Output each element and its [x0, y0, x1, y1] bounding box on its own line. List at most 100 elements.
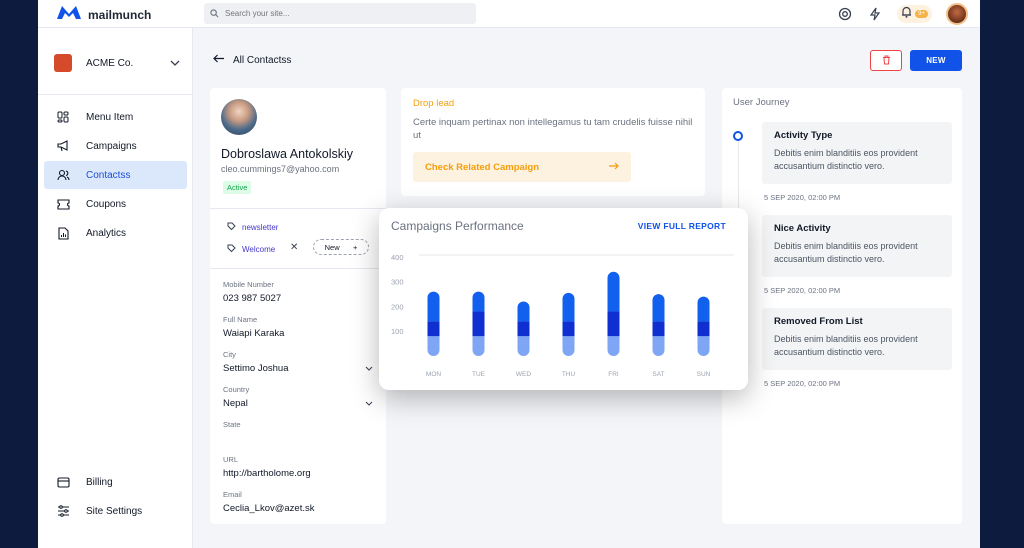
top-actions: 9+: [837, 3, 968, 25]
user-avatar[interactable]: [946, 3, 968, 25]
new-contact-button[interactable]: NEW: [910, 50, 962, 71]
search-input[interactable]: [225, 9, 465, 18]
bar-segment: [697, 321, 710, 337]
lifebuoy-icon[interactable]: [837, 6, 853, 22]
tag-newsletter[interactable]: newsletter: [227, 222, 278, 233]
ticket-icon: [56, 197, 70, 211]
arrow-right-icon: [608, 162, 619, 173]
timeline-dot: [733, 131, 743, 141]
field-label: Mobile Number: [223, 280, 274, 289]
sidebar-item-billing[interactable]: Billing: [44, 468, 187, 496]
divider: [38, 94, 193, 95]
bar-segment-edge: [652, 315, 665, 322]
journey-item-desc: Debitis enim blanditiis eos provident ac…: [774, 148, 918, 171]
app-logo[interactable]: mailmunch: [56, 4, 151, 25]
notification-count-badge: 9+: [915, 10, 928, 18]
chevron-down-icon: [365, 398, 373, 409]
chart-file-icon: [56, 226, 70, 240]
journey-item[interactable]: Removed From List Debitis enim blanditii…: [762, 308, 952, 388]
y-tick-label: 300: [391, 278, 404, 287]
back-link-label: All Contactss: [233, 54, 292, 66]
journey-item-title: Activity Type: [774, 130, 833, 141]
back-link[interactable]: All Contactss: [213, 54, 291, 66]
check-related-campaign-button[interactable]: Check Related Campaign: [413, 152, 631, 182]
field-country: Country Nepal: [223, 385, 373, 409]
button-label: Check Related Campaign: [425, 161, 540, 173]
bar-segment-edge: [427, 315, 440, 322]
contact-card: Dobroslawa Antokolskiy cleo.cummings7@ya…: [210, 88, 386, 524]
field-full-name: Full Name Waiapi Karaka: [223, 315, 373, 339]
drop-lead-title: Drop lead: [413, 98, 455, 109]
field-state: State: [223, 420, 373, 433]
sidebar-item-label: Analytics: [86, 227, 127, 239]
x-tick-label: FRI: [608, 371, 619, 378]
bar-segment-edge: [472, 305, 485, 312]
top-bar: mailmunch 9+: [38, 0, 980, 28]
tag-label: Welcome: [242, 245, 276, 254]
user-journey-panel: User Journey Activity Type Debitis enim …: [722, 88, 962, 524]
sidebar-item-menu-item[interactable]: Menu Item: [44, 103, 187, 131]
users-icon: [56, 168, 70, 182]
contact-email: cleo.cummings7@yahoo.com: [221, 164, 340, 174]
field-value[interactable]: http://bartholome.org: [223, 468, 373, 479]
chevron-down-icon: [170, 58, 180, 69]
search-icon: [210, 5, 219, 23]
sidebar: ACME Co. Menu Item Campaigns Contactss C…: [38, 28, 193, 548]
journey-item-title: Nice Activity: [774, 223, 831, 234]
field-label: Country: [223, 385, 250, 394]
country-select[interactable]: Nepal: [223, 398, 373, 409]
trash-icon: [882, 52, 891, 70]
x-tick-label: THU: [562, 371, 576, 378]
sidebar-item-label: Coupons: [86, 198, 127, 210]
field-value[interactable]: Ceclia_Lkov@azet.sk: [223, 503, 373, 514]
journey-item[interactable]: Nice Activity Debitis enim blanditiis eo…: [762, 215, 952, 295]
remove-tag-close-icon[interactable]: ✕: [290, 242, 298, 253]
bar-segment-edge: [562, 336, 575, 343]
y-tick-label: 100: [391, 327, 404, 336]
bar-segment: [652, 321, 665, 337]
journey-item-time: 5 SEP 2020, 02:00 PM: [764, 286, 841, 295]
x-tick-label: TUE: [472, 371, 486, 378]
field-value[interactable]: Waiapi Karaka: [223, 328, 373, 339]
add-tag-button[interactable]: New +: [313, 239, 369, 255]
bar-segment: [517, 321, 530, 337]
field-value[interactable]: 023 987 5027: [223, 293, 373, 304]
mailmunch-logo-icon: [56, 4, 82, 25]
field-mobile-number: Mobile Number 023 987 5027: [223, 280, 373, 304]
tag-label: newsletter: [242, 223, 279, 232]
lightning-icon[interactable]: [867, 6, 883, 22]
chevron-down-icon: [365, 363, 373, 374]
sidebar-item-label: Billing: [86, 476, 113, 488]
field-label: State: [223, 420, 241, 429]
tag-welcome[interactable]: Welcome: [227, 244, 275, 255]
bar-segment: [427, 321, 440, 337]
bell-icon: [901, 5, 912, 23]
journey-item[interactable]: Activity Type Debitis enim blanditiis eo…: [762, 122, 952, 202]
user-journey-title: User Journey: [733, 97, 790, 108]
app-name: mailmunch: [88, 7, 152, 22]
sidebar-item-coupons[interactable]: Coupons: [44, 190, 187, 218]
drop-lead-text: Certe inquam pertinax non intellegamus t…: [413, 117, 693, 141]
city-select[interactable]: Settimo Joshua: [223, 363, 373, 374]
y-tick-label: 200: [391, 302, 404, 311]
sidebar-item-contacts[interactable]: Contactss: [44, 161, 187, 189]
bar-segment: [607, 311, 620, 337]
journey-card: Nice Activity Debitis enim blanditiis eo…: [762, 215, 952, 277]
search-bar[interactable]: [204, 3, 476, 24]
sidebar-item-analytics[interactable]: Analytics: [44, 219, 187, 247]
sidebar-item-site-settings[interactable]: Site Settings: [44, 497, 187, 525]
divider: [210, 268, 386, 269]
delete-button[interactable]: [870, 50, 902, 71]
sidebar-nav: Menu Item Campaigns Contactss Coupons An…: [44, 103, 187, 248]
field-value-text: Settimo Joshua: [223, 363, 289, 374]
field-label: Full Name: [223, 315, 258, 324]
sidebar-bottom-nav: Billing Site Settings: [44, 468, 187, 526]
journey-card: Removed From List Debitis enim blanditii…: [762, 308, 952, 370]
sidebar-item-label: Menu Item: [86, 111, 134, 123]
notifications-button[interactable]: 9+: [897, 5, 932, 23]
journey-item-time: 5 SEP 2020, 02:00 PM: [764, 379, 841, 388]
y-tick-label: 400: [391, 253, 404, 262]
org-selector[interactable]: ACME Co.: [54, 54, 180, 72]
journey-item-desc: Debitis enim blanditiis eos provident ac…: [774, 334, 918, 357]
sidebar-item-campaigns[interactable]: Campaigns: [44, 132, 187, 160]
